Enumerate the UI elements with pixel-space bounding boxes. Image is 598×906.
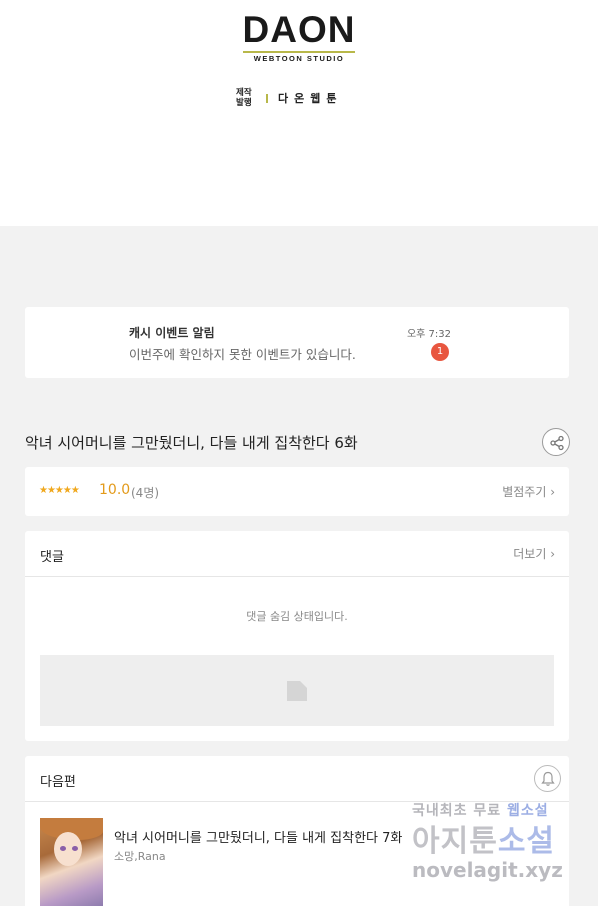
event-notice-card[interactable]: 캐시 이벤트 알림 오후 7:32 이번주에 확인하지 못한 이벤트가 있습니다… xyxy=(25,307,569,378)
comments-header: 댓글 더보기 › xyxy=(25,531,569,577)
notice-count-badge: 1 xyxy=(431,343,449,361)
thumbnail-eye xyxy=(72,846,78,851)
next-episode-heading: 다음편 xyxy=(40,775,76,790)
credit-line: 제작 발행 다온웹툰 xyxy=(236,88,342,108)
watermark-line2-b: 소설 xyxy=(497,824,556,859)
comments-card: 댓글 더보기 › 댓글 숨김 상태입니다. xyxy=(25,531,569,741)
next-episode-title[interactable]: 악녀 시어머니를 그만뒀더니, 다들 내게 집착한다 7화 xyxy=(114,827,402,846)
rating-count: (4명) xyxy=(131,486,160,500)
header: DAON WEBTOON STUDIO 제작 발행 다온웹툰 xyxy=(0,0,598,226)
logo-sub-text: WEBTOON STUDIO xyxy=(253,54,345,63)
notice-title: 캐시 이벤트 알림 xyxy=(129,326,215,340)
logo-underline xyxy=(243,51,355,53)
bell-icon xyxy=(541,771,555,786)
rating-card: ★★★★★ 10.0 (4명) 별점주기 › xyxy=(25,467,569,516)
watermark-line2: 아지툰소설 xyxy=(412,816,555,860)
logo-main-text: DAON xyxy=(242,9,356,50)
share-button[interactable] xyxy=(542,428,570,456)
share-icon xyxy=(550,435,564,451)
daon-logo: DAON WEBTOON STUDIO xyxy=(0,9,598,63)
ad-placeholder xyxy=(40,655,554,726)
image-placeholder-icon xyxy=(287,681,307,701)
notice-time: 오후 7:32 xyxy=(406,329,451,340)
credit-role: 제작 발행 xyxy=(236,88,252,108)
episode-title: 악녀 시어머니를 그만뒀더니, 다들 내게 집착한다 6화 xyxy=(25,434,358,452)
comments-title: 댓글 xyxy=(40,550,64,565)
comments-hidden-message: 댓글 숨김 상태입니다. xyxy=(246,610,348,623)
notice-body: 이번주에 확인하지 못한 이벤트가 있습니다. xyxy=(129,347,356,362)
next-episode-thumbnail[interactable] xyxy=(40,818,103,906)
notify-button[interactable] xyxy=(534,765,561,792)
next-episode-header: 다음편 xyxy=(25,756,569,802)
comments-more-link[interactable]: 더보기 › xyxy=(513,545,555,562)
next-episode-author: 소망,Rana xyxy=(114,850,166,863)
rating-stars: ★★★★★ xyxy=(39,485,80,496)
credit-divider xyxy=(266,93,268,103)
watermark-line3: novelagit.xyz xyxy=(412,858,563,882)
watermark-line2-a: 아지툰 xyxy=(412,824,498,859)
rating-score: 10.0 xyxy=(99,482,131,498)
thumbnail-eye xyxy=(60,846,66,851)
rate-button[interactable]: 별점주기 › xyxy=(502,483,555,500)
watermark: 국내최초 무료 웹소설 아지툰소설 novelagit.xyz xyxy=(412,800,596,890)
credit-name: 다온웹툰 xyxy=(278,92,343,105)
